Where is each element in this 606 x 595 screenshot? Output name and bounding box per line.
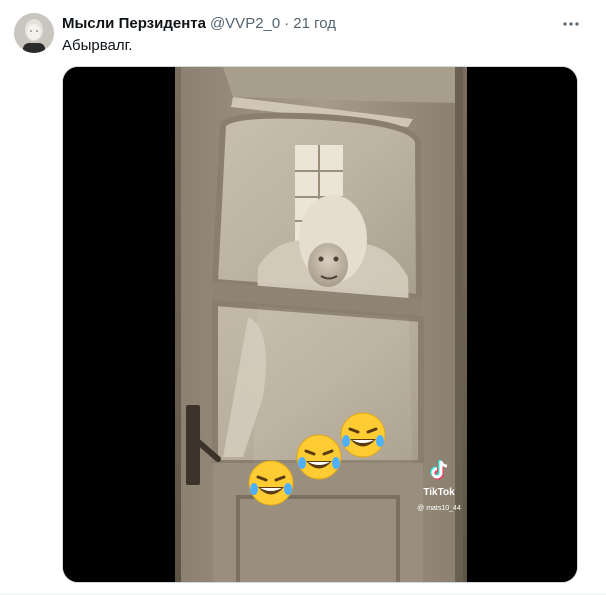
more-horizontal-icon xyxy=(563,22,579,26)
tiktok-logo-icon xyxy=(430,460,448,480)
separator-dot: · xyxy=(284,14,290,32)
tiktok-brand: TikTok xyxy=(423,487,455,498)
laughing-emoji-2 xyxy=(296,434,342,480)
author-name[interactable]: Мысли Перзидента xyxy=(62,15,206,32)
tiktok-watermark: TikTok @ mats10_44 xyxy=(409,459,469,512)
tiktok-username: @ mats10_44 xyxy=(417,505,461,512)
more-button[interactable] xyxy=(559,12,583,36)
author-handle[interactable]: @VVP2_0 xyxy=(210,15,280,32)
tweet-timestamp[interactable]: 21 год xyxy=(293,15,336,32)
laughing-emoji-1 xyxy=(248,460,294,506)
laughing-emoji-3 xyxy=(340,412,386,458)
tweet-card[interactable]: Мысли Перзидента @VVP2_0 · 21 год Абырва… xyxy=(0,0,606,595)
tweet-text: Абырвалг. xyxy=(62,37,133,54)
tweet-header: Мысли Перзидента @VVP2_0 · 21 год xyxy=(62,13,336,33)
video-player[interactable]: TikTok @ mats10_44 xyxy=(62,66,578,583)
author-avatar[interactable] xyxy=(14,13,54,53)
video-frame xyxy=(63,67,577,582)
